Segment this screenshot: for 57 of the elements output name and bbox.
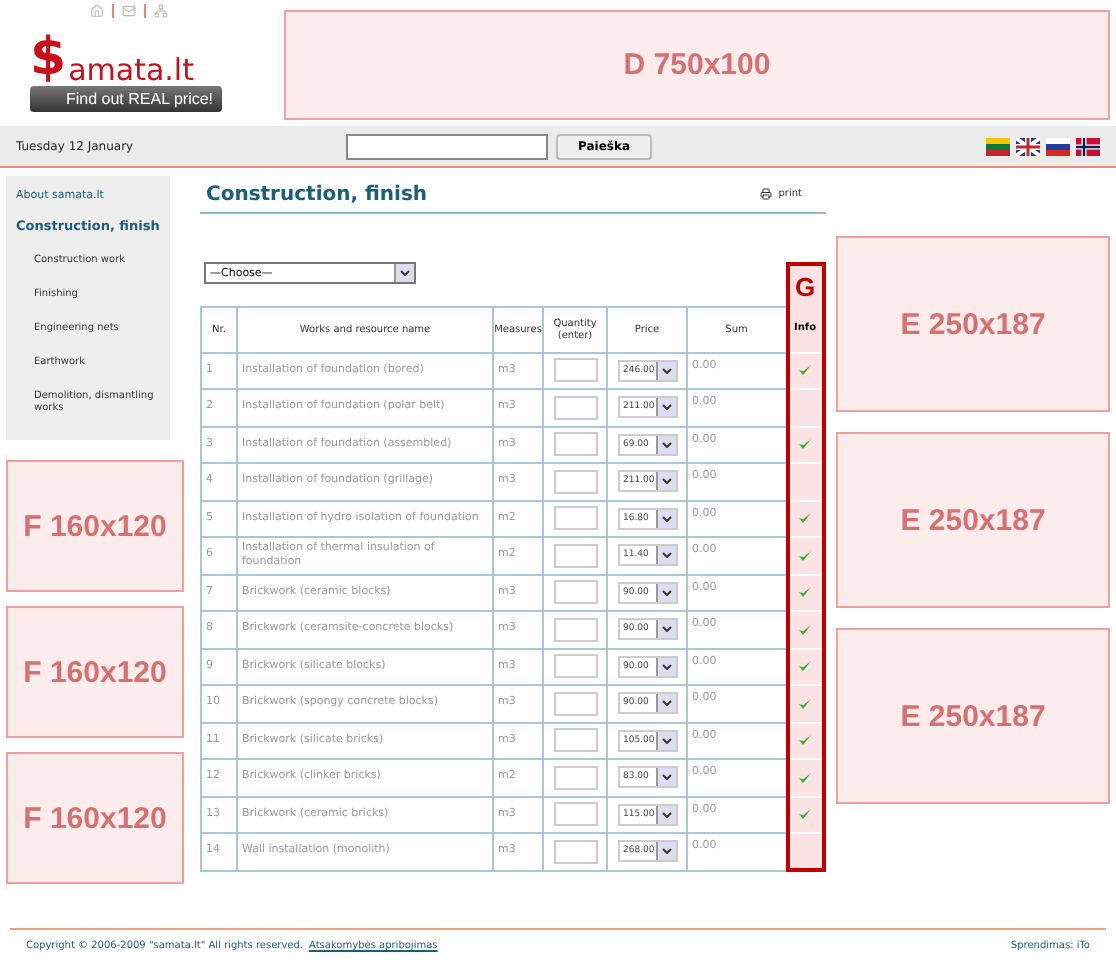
- chevron-down-icon: [661, 589, 671, 596]
- check-icon[interactable]: [798, 549, 812, 562]
- quantity-field[interactable]: [553, 691, 597, 716]
- quantity-field[interactable]: [553, 839, 597, 864]
- mail-icon[interactable]: [122, 4, 136, 18]
- ad-banner: F 160x120: [6, 752, 184, 884]
- chevron-down-icon: [661, 441, 671, 448]
- page-title: Construction, finish: [206, 183, 428, 205]
- check-icon[interactable]: [798, 623, 812, 636]
- ad-banner: E 250x187: [836, 432, 1110, 608]
- check-icon[interactable]: [798, 586, 812, 599]
- quantity-field[interactable]: [553, 765, 597, 790]
- check-icon[interactable]: [798, 364, 812, 377]
- banner-ad: D 750x100: [284, 10, 1110, 120]
- check-icon[interactable]: [798, 808, 812, 821]
- chevron-down-icon: [661, 515, 671, 522]
- flag-icon[interactable]: [1046, 137, 1070, 155]
- ad-banner: G: [787, 264, 823, 306]
- check-icon[interactable]: [798, 660, 812, 673]
- home-icon[interactable]: [90, 4, 104, 18]
- quantity-field[interactable]: [553, 802, 597, 827]
- chevron-down-icon: [661, 774, 671, 781]
- chevron-down-icon: [661, 737, 671, 744]
- sitemap-icon[interactable]: [154, 4, 168, 18]
- ad-banner: E 250x187: [836, 628, 1110, 804]
- chevron-down-icon: [661, 367, 671, 374]
- search-field[interactable]: [346, 133, 548, 159]
- check-icon[interactable]: [798, 771, 812, 784]
- flag-icon[interactable]: [1016, 137, 1040, 155]
- quantity-field[interactable]: [553, 580, 597, 605]
- check-icon[interactable]: [798, 512, 812, 525]
- check-icon[interactable]: [798, 734, 812, 747]
- chevron-down-icon: [661, 663, 671, 670]
- chevron-down-icon: [661, 811, 671, 818]
- chevron-down-icon: [661, 626, 671, 633]
- quantity-field[interactable]: [553, 432, 597, 457]
- quantity-field[interactable]: [553, 358, 597, 383]
- quantity-field[interactable]: [553, 728, 597, 753]
- quantity-field[interactable]: [553, 543, 597, 568]
- chevron-down-icon: [661, 700, 671, 707]
- check-icon[interactable]: [798, 438, 812, 451]
- chevron-down-icon: [661, 478, 671, 485]
- chevron-down-icon: [661, 404, 671, 411]
- quantity-field[interactable]: [553, 395, 597, 420]
- quantity-field[interactable]: [553, 506, 597, 531]
- flag-icon[interactable]: [1076, 137, 1100, 155]
- logo[interactable]: $amata.lt Find out REAL price!: [30, 30, 222, 112]
- quantity-field[interactable]: [553, 654, 597, 679]
- chevron-down-icon: [661, 848, 671, 855]
- ad-banner: E 250x187: [836, 236, 1110, 412]
- ad-banner: F 160x120: [6, 606, 184, 738]
- chevron-down-icon: [400, 270, 410, 276]
- quantity-field[interactable]: [553, 617, 597, 642]
- check-icon[interactable]: [798, 697, 812, 710]
- quantity-field[interactable]: [553, 469, 597, 494]
- ad-banner: F 160x120: [6, 460, 184, 592]
- chevron-down-icon: [661, 552, 671, 559]
